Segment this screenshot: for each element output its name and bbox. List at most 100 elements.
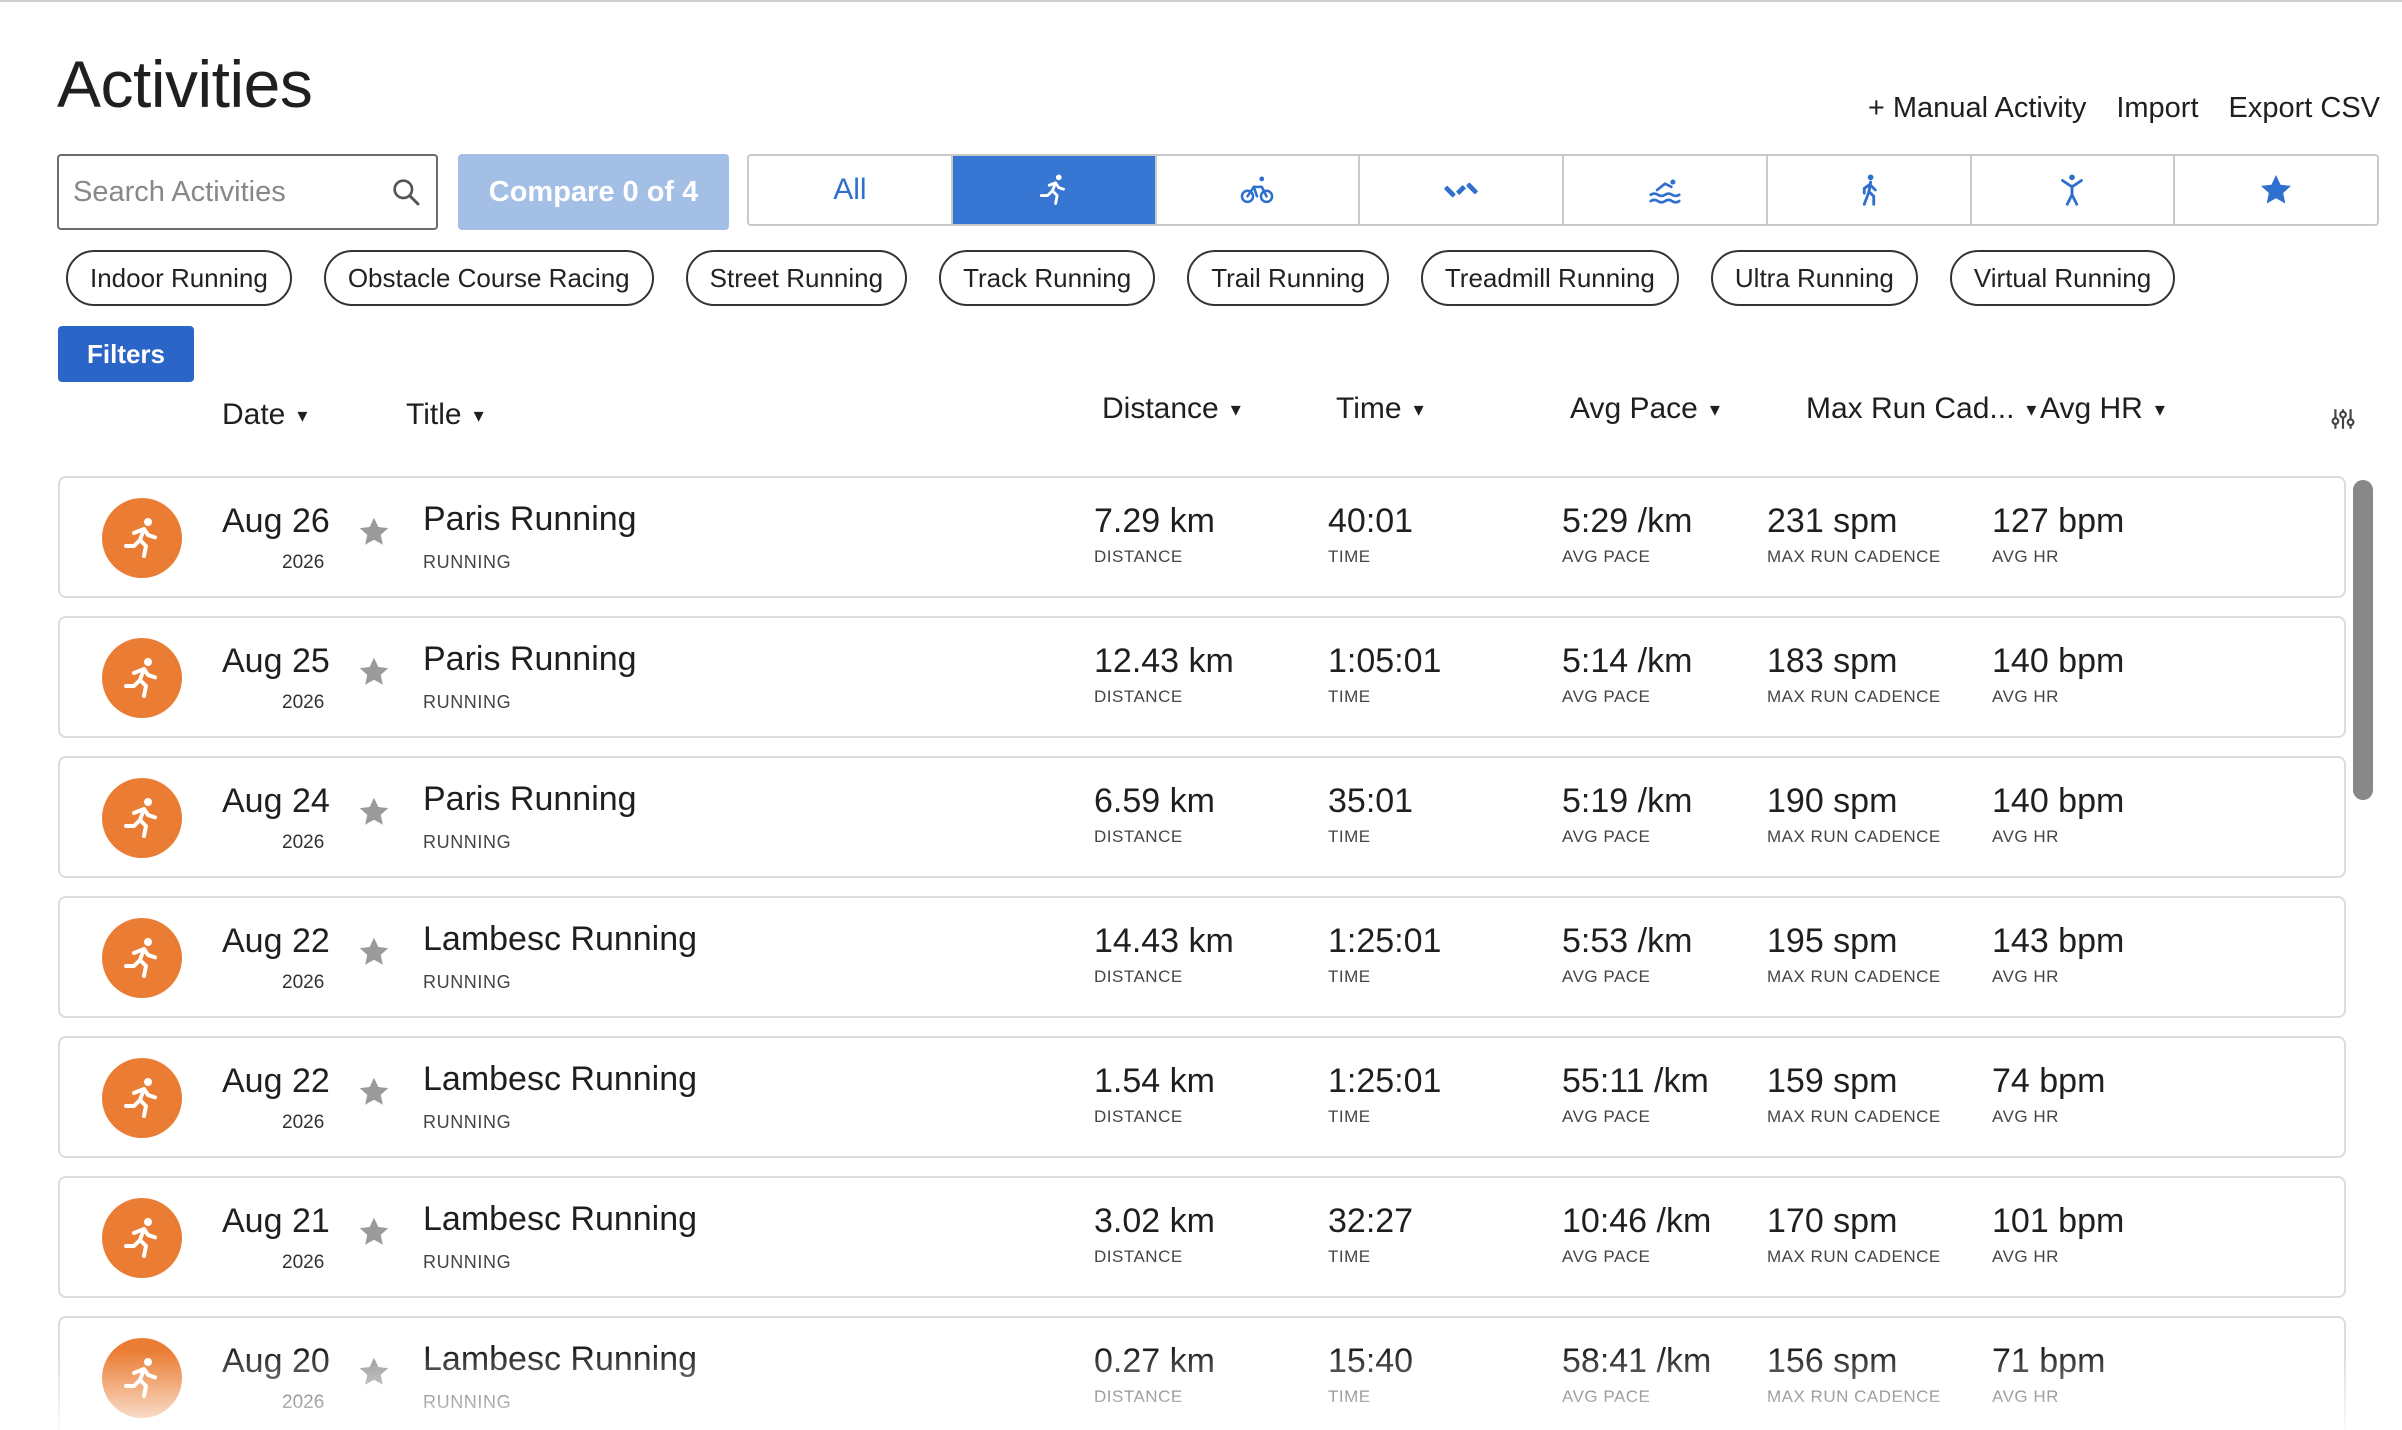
metric-label: AVG PACE bbox=[1562, 967, 1651, 986]
metric-value: 1.54 km bbox=[1094, 1062, 1215, 1100]
search-input[interactable] bbox=[73, 156, 373, 228]
swimming-icon bbox=[1646, 171, 1684, 209]
metric-value: 71 bpm bbox=[1992, 1342, 2106, 1380]
favorite-star-icon[interactable] bbox=[356, 1074, 392, 1110]
activity-title-link[interactable]: Lambesc Running bbox=[423, 920, 697, 959]
activity-row[interactable]: Aug 20 2026 Lambesc Running RUNNING 0.27 km D… bbox=[58, 1316, 2346, 1430]
activity-row[interactable]: Aug 26 2026 Paris Running RUNNING 7.29 km DIS… bbox=[58, 476, 2346, 598]
metric-value: 170 spm bbox=[1767, 1202, 1898, 1240]
tab-cycling[interactable] bbox=[1156, 156, 1361, 224]
filter-chip[interactable]: Trail Running bbox=[1187, 250, 1389, 306]
metric-label: MAX RUN CADENCE bbox=[1767, 827, 1941, 846]
filter-chip[interactable]: Ultra Running bbox=[1710, 250, 1918, 306]
metric-label: AVG PACE bbox=[1562, 1107, 1651, 1126]
metric-avg-pace: 58:41 /km AVG PACE bbox=[1562, 1342, 1711, 1407]
export-csv-link[interactable]: Export CSV bbox=[2229, 92, 2381, 125]
filter-chip[interactable]: Indoor Running bbox=[66, 250, 292, 306]
metric-value: 127 bpm bbox=[1992, 502, 2125, 540]
metric-label: TIME bbox=[1328, 1247, 1371, 1266]
activity-type: RUNNING bbox=[423, 692, 512, 712]
metric-max-run-cadence: 156 spm MAX RUN CADENCE bbox=[1767, 1342, 1941, 1407]
favorite-star-icon[interactable] bbox=[356, 1354, 392, 1390]
favorite-star-icon[interactable] bbox=[356, 794, 392, 830]
column-header-distance[interactable]: Distance ▾ bbox=[1102, 392, 1241, 426]
activity-title-link[interactable]: Paris Running bbox=[423, 640, 637, 679]
activity-date: Aug 24 bbox=[222, 782, 330, 820]
activity-title-link[interactable]: Lambesc Running bbox=[423, 1060, 697, 1099]
activity-title-link[interactable]: Lambesc Running bbox=[423, 1340, 697, 1379]
column-settings-icon[interactable] bbox=[2330, 406, 2356, 432]
tab-star[interactable] bbox=[2175, 156, 2377, 224]
metric-avg-pace: 55:11 /km AVG PACE bbox=[1562, 1062, 1709, 1127]
import-link[interactable]: Import bbox=[2116, 92, 2198, 125]
metric-label: AVG HR bbox=[1992, 967, 2059, 986]
metric-value: 5:29 /km bbox=[1562, 502, 1693, 540]
metric-max-run-cadence: 195 spm MAX RUN CADENCE bbox=[1767, 922, 1941, 987]
metric-value: 10:46 /km bbox=[1562, 1202, 1712, 1240]
column-header-date-label: Date bbox=[222, 398, 286, 431]
activity-year: 2026 bbox=[282, 1392, 325, 1413]
metric-label: DISTANCE bbox=[1094, 547, 1183, 566]
favorite-star-icon[interactable] bbox=[356, 934, 392, 970]
top-actions: + Manual Activity Import Export CSV bbox=[1868, 92, 2380, 125]
metric-value: 12.43 km bbox=[1094, 642, 1234, 680]
filter-chip[interactable]: Treadmill Running bbox=[1420, 250, 1679, 306]
top-divider bbox=[0, 0, 2402, 2]
activity-year: 2026 bbox=[282, 1112, 325, 1133]
activity-row[interactable]: Aug 21 2026 Lambesc Running RUNNING 3.02 km D… bbox=[58, 1176, 2346, 1298]
metric-label: TIME bbox=[1328, 827, 1371, 846]
activity-row[interactable]: Aug 22 2026 Lambesc Running RUNNING 1.54 km D… bbox=[58, 1036, 2346, 1158]
filter-chip[interactable]: Street Running bbox=[685, 250, 908, 306]
activity-title-link[interactable]: Paris Running bbox=[423, 780, 637, 819]
column-header-time-label: Time bbox=[1336, 392, 1402, 425]
favorite-star-icon[interactable] bbox=[356, 654, 392, 690]
metric-time: 1:05:01 TIME bbox=[1328, 642, 1441, 707]
favorite-star-icon[interactable] bbox=[356, 1214, 392, 1250]
tab-all[interactable]: All bbox=[749, 156, 953, 224]
activity-type: RUNNING bbox=[423, 552, 512, 572]
favorite-star-icon[interactable] bbox=[356, 514, 392, 550]
metric-value: 159 spm bbox=[1767, 1062, 1898, 1100]
filters-button[interactable]: Filters bbox=[58, 326, 194, 382]
metric-label: DISTANCE bbox=[1094, 687, 1183, 706]
column-header-distance-label: Distance bbox=[1102, 392, 1219, 425]
activity-row[interactable]: Aug 25 2026 Paris Running RUNNING 12.43 km DI… bbox=[58, 616, 2346, 738]
column-header-avg-hr[interactable]: Avg HR ▾ bbox=[2040, 392, 2165, 426]
activity-type: RUNNING bbox=[423, 832, 512, 852]
column-header-title-label: Title bbox=[406, 398, 462, 431]
metric-label: AVG PACE bbox=[1562, 687, 1651, 706]
search-icon[interactable] bbox=[390, 176, 422, 208]
tab-walking[interactable] bbox=[1767, 156, 1972, 224]
activity-type: RUNNING bbox=[423, 972, 512, 992]
column-header-time[interactable]: Time ▾ bbox=[1336, 392, 1424, 426]
activity-title-link[interactable]: Lambesc Running bbox=[423, 1200, 697, 1239]
tab-swimming[interactable] bbox=[1564, 156, 1768, 224]
column-header-max-run-cadence[interactable]: Max Run Cad... ▾ bbox=[1806, 392, 2036, 426]
column-header-title[interactable]: Title ▾ bbox=[406, 398, 484, 432]
tab-yoga[interactable] bbox=[1971, 156, 2176, 224]
compare-button[interactable]: Compare 0 of 4 bbox=[458, 154, 729, 230]
metric-label: TIME bbox=[1328, 547, 1371, 566]
tab-running[interactable] bbox=[952, 156, 1157, 224]
activity-title-link[interactable]: Paris Running bbox=[423, 500, 637, 539]
metric-avg-hr: 140 bpm AVG HR bbox=[1992, 642, 2124, 707]
metric-value: 231 spm bbox=[1767, 502, 1898, 540]
metric-value: 5:14 /km bbox=[1562, 642, 1693, 680]
activity-row[interactable]: Aug 22 2026 Lambesc Running RUNNING 14.43 km… bbox=[58, 896, 2346, 1018]
filter-chip[interactable]: Virtual Running bbox=[1949, 250, 2176, 306]
metric-value: 1:05:01 bbox=[1328, 642, 1442, 680]
activity-type: RUNNING bbox=[423, 1112, 512, 1132]
column-header-avg-pace[interactable]: Avg Pace ▾ bbox=[1570, 392, 1720, 426]
activity-row[interactable]: Aug 24 2026 Paris Running RUNNING 6.59 km DIS… bbox=[58, 756, 2346, 878]
manual-activity-link[interactable]: + Manual Activity bbox=[1868, 92, 2086, 125]
column-header-date[interactable]: Date ▾ bbox=[222, 398, 307, 432]
metric-time: 40:01 TIME bbox=[1328, 502, 1413, 567]
tab-strength[interactable] bbox=[1360, 156, 1564, 224]
activity-year: 2026 bbox=[282, 832, 325, 853]
filter-chip[interactable]: Track Running bbox=[939, 250, 1156, 306]
metric-value: 6.59 km bbox=[1094, 782, 1215, 820]
metric-value: 7.29 km bbox=[1094, 502, 1215, 540]
metric-max-run-cadence: 170 spm MAX RUN CADENCE bbox=[1767, 1202, 1941, 1267]
scrollbar-thumb[interactable] bbox=[2353, 480, 2373, 800]
filter-chip[interactable]: Obstacle Course Racing bbox=[323, 250, 654, 306]
